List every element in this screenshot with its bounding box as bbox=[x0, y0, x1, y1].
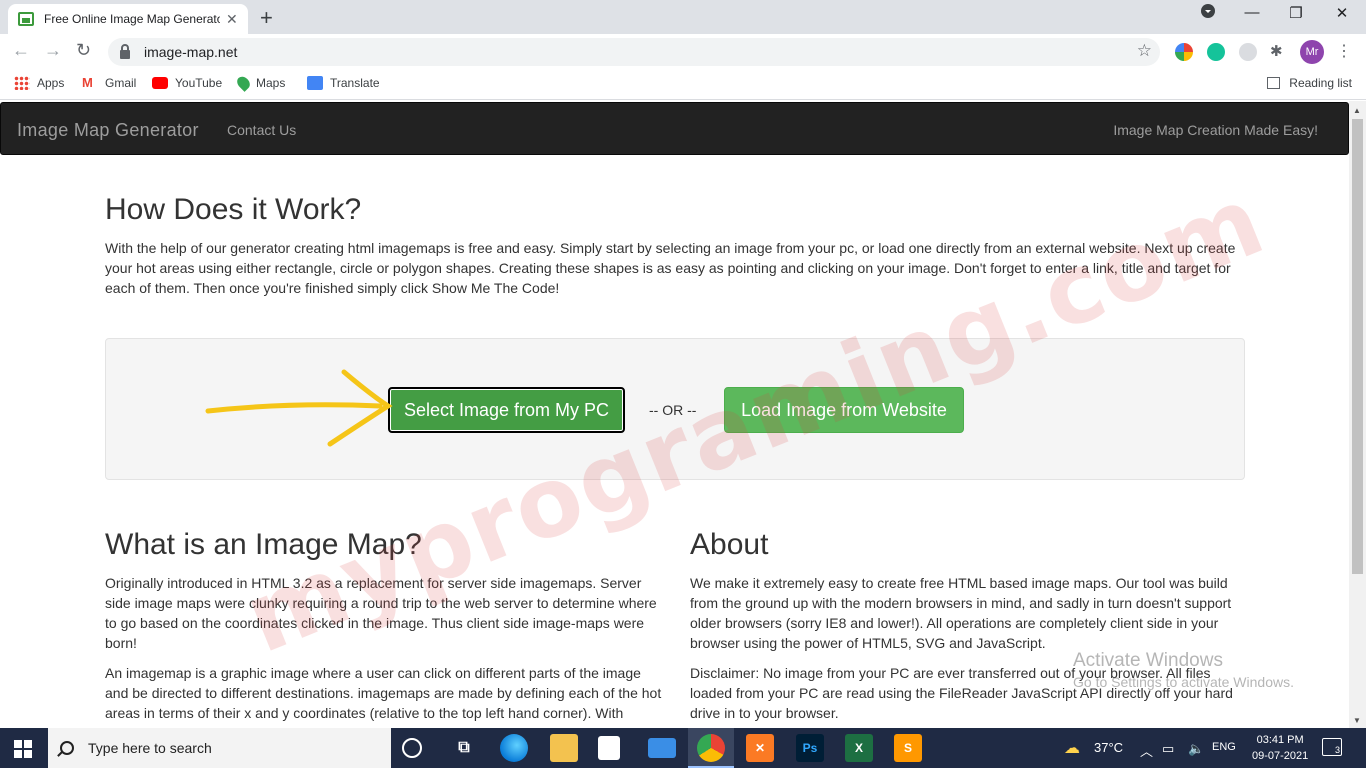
site-tagline: Image Map Creation Made Easy! bbox=[1113, 122, 1318, 138]
scroll-up-icon[interactable]: ▲ bbox=[1353, 106, 1361, 115]
notification-center-icon[interactable]: 3 bbox=[1322, 738, 1342, 756]
network-icon[interactable]: ▭ bbox=[1162, 741, 1174, 757]
bookmark-star-icon[interactable]: ☆ bbox=[1137, 41, 1152, 61]
volume-icon[interactable]: 🔈 bbox=[1188, 741, 1204, 757]
close-window-icon[interactable]: ✕ bbox=[1320, 4, 1364, 22]
profile-avatar[interactable]: Mr bbox=[1300, 40, 1324, 64]
file-explorer-icon[interactable] bbox=[550, 734, 578, 762]
puzzle-extensions-icon[interactable]: ✱ bbox=[1270, 42, 1288, 60]
how-it-works-heading: How Does it Work? bbox=[105, 193, 362, 226]
bookmarks-bar: Apps M Gmail YouTube Maps Translate Read… bbox=[0, 70, 1366, 100]
image-favicon-icon bbox=[18, 12, 34, 26]
apps-grid-icon bbox=[14, 76, 30, 90]
bookmark-label: Translate bbox=[330, 76, 380, 90]
cortana-icon[interactable] bbox=[402, 738, 422, 758]
windows-taskbar: Type here to search ⧉ ✕ Ps X S ☁ 37°C ︿ … bbox=[0, 728, 1366, 768]
chrome-icon[interactable] bbox=[697, 734, 725, 762]
reading-list[interactable]: Reading list bbox=[1267, 76, 1352, 90]
forward-icon[interactable]: → bbox=[44, 40, 62, 61]
yellow-arrow-annotation bbox=[205, 369, 393, 447]
activate-windows-title: Activate Windows bbox=[1073, 650, 1223, 671]
translate-icon bbox=[307, 76, 323, 90]
about-heading: About bbox=[690, 528, 769, 561]
minimize-icon[interactable]: — bbox=[1230, 4, 1274, 21]
color-extension-icon[interactable] bbox=[1175, 43, 1193, 61]
browser-tab-strip: Free Online Image Map Generato ✕ + — ❐ ✕ bbox=[0, 0, 1366, 34]
clock-date: 09-07-2021 bbox=[1252, 750, 1309, 762]
task-view-icon[interactable]: ⧉ bbox=[450, 734, 478, 762]
select-image-from-pc-button[interactable]: Select Image from My PC bbox=[388, 387, 625, 433]
load-image-from-website-button[interactable]: Load Image from Website bbox=[724, 387, 964, 433]
how-it-works-text: With the help of our generator creating … bbox=[105, 240, 1236, 296]
photoshop-icon[interactable]: Ps bbox=[796, 734, 824, 762]
lock-icon[interactable] bbox=[120, 43, 130, 59]
youtube-icon bbox=[152, 77, 168, 89]
taskbar-search-placeholder: Type here to search bbox=[88, 740, 212, 756]
taskbar-clock[interactable]: 03:41 PM 09-07-2021 bbox=[1252, 732, 1308, 764]
maps-pin-icon bbox=[234, 74, 253, 92]
input-language[interactable]: ENG bbox=[1212, 741, 1236, 753]
scrollbar-thumb[interactable] bbox=[1352, 119, 1363, 574]
what-is-image-map-paragraph-1: Originally introduced in HTML 3.2 as a r… bbox=[105, 575, 657, 651]
bookmark-gmail[interactable]: M Gmail bbox=[82, 75, 137, 91]
excel-icon[interactable]: X bbox=[845, 734, 873, 762]
restore-icon[interactable]: ❐ bbox=[1274, 4, 1318, 22]
browser-toolbar: ← → ↻ image-map.net ☆ ✱ Mr ⋮ bbox=[0, 34, 1366, 70]
page-scrollbar[interactable]: ▲ ▼ bbox=[1349, 101, 1366, 728]
sublime-text-icon[interactable]: S bbox=[894, 734, 922, 762]
bookmark-maps[interactable]: Maps bbox=[234, 74, 286, 92]
microsoft-store-icon[interactable] bbox=[598, 736, 620, 760]
bookmark-label: YouTube bbox=[175, 76, 223, 90]
show-hidden-icons-icon[interactable]: ︿ bbox=[1140, 741, 1153, 760]
clock-time: 03:41 PM bbox=[1256, 734, 1304, 746]
close-tab-icon[interactable]: ✕ bbox=[226, 11, 238, 28]
windows-start-icon[interactable] bbox=[14, 740, 32, 758]
weather-temperature[interactable]: 37°C bbox=[1094, 740, 1123, 755]
what-is-image-map-heading: What is an Image Map? bbox=[105, 528, 422, 561]
address-bar[interactable]: image-map.net ☆ bbox=[108, 38, 1160, 66]
bookmark-label: Maps bbox=[256, 76, 286, 90]
url-text[interactable]: image-map.net bbox=[144, 44, 237, 60]
weather-icon[interactable]: ☁ bbox=[1064, 738, 1080, 758]
extension-icon[interactable] bbox=[1239, 43, 1257, 61]
bookmark-apps[interactable]: Apps bbox=[14, 76, 64, 90]
activate-windows-notice: Activate Windows Go to Settings to activ… bbox=[1073, 650, 1294, 690]
scroll-down-icon[interactable]: ▼ bbox=[1353, 716, 1361, 725]
site-navbar: Image Map Generator Contact Us Image Map… bbox=[0, 102, 1349, 155]
back-icon[interactable]: ← bbox=[12, 40, 30, 61]
reading-list-icon bbox=[1267, 77, 1281, 89]
bookmark-label: Apps bbox=[37, 76, 65, 90]
xampp-icon[interactable]: ✕ bbox=[746, 734, 774, 762]
bookmark-youtube[interactable]: YouTube bbox=[152, 76, 222, 90]
chrome-menu-icon[interactable]: ⋮ bbox=[1336, 41, 1352, 61]
edge-browser-icon[interactable] bbox=[500, 734, 528, 762]
tab-search-icon[interactable] bbox=[1186, 4, 1230, 22]
what-is-image-map-paragraph-2: An imagemap is a graphic image where a u… bbox=[105, 665, 662, 721]
reload-icon[interactable]: ↻ bbox=[76, 40, 91, 61]
browser-tab[interactable]: Free Online Image Map Generato ✕ bbox=[8, 4, 248, 34]
about-paragraph-1: We make it extremely easy to create free… bbox=[690, 575, 1232, 651]
bookmark-label: Gmail bbox=[105, 76, 137, 90]
taskbar-search-box[interactable]: Type here to search bbox=[48, 728, 391, 768]
page-viewport: Image Map Generator Contact Us Image Map… bbox=[0, 101, 1349, 728]
activate-windows-subtitle: Go to Settings to activate Windows. bbox=[1073, 674, 1294, 690]
bookmark-translate[interactable]: Translate bbox=[307, 76, 380, 90]
gmail-icon: M bbox=[82, 75, 93, 90]
grammarly-extension-icon[interactable] bbox=[1207, 43, 1225, 61]
reading-list-label: Reading list bbox=[1289, 76, 1352, 90]
site-brand-link[interactable]: Image Map Generator bbox=[17, 120, 199, 141]
tab-title: Free Online Image Map Generato bbox=[44, 12, 220, 26]
or-separator: -- OR -- bbox=[649, 402, 697, 418]
contact-us-link[interactable]: Contact Us bbox=[227, 122, 296, 138]
search-icon bbox=[60, 741, 74, 755]
new-tab-icon[interactable]: + bbox=[260, 5, 273, 31]
mail-icon[interactable] bbox=[648, 738, 676, 758]
